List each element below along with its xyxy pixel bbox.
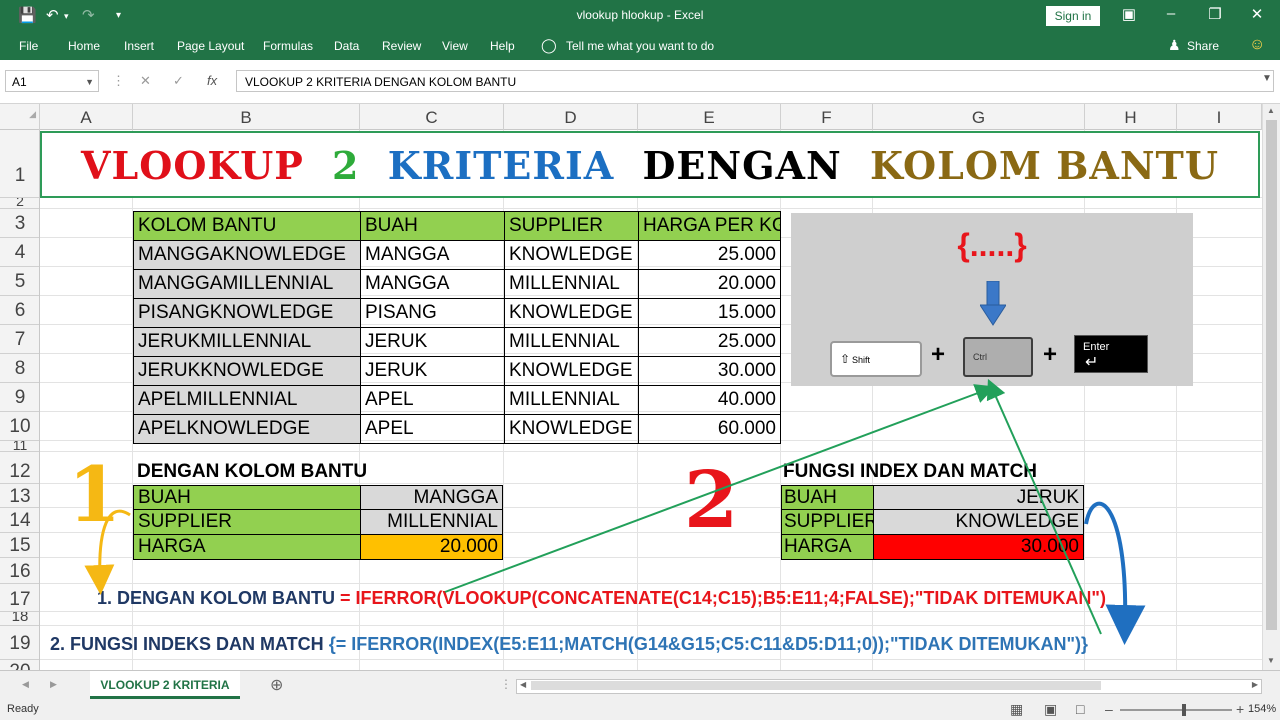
horizontal-scroll-thumb[interactable] <box>531 681 1101 690</box>
blue-curved-arrow <box>1084 501 1146 645</box>
page-layout-view-icon[interactable]: ▣ <box>1044 701 1057 718</box>
green-arrow-formula2 <box>986 378 1102 635</box>
page-break-view-icon[interactable]: □ <box>1076 701 1084 717</box>
more-icon: ⋮ <box>500 677 512 691</box>
horizontal-scrollbar[interactable]: ◀ ▶ <box>516 679 1262 694</box>
zoom-slider[interactable] <box>1120 704 1232 716</box>
sheet-tab-vlookup-2-kriteria[interactable]: VLOOKUP 2 KRITERIA <box>90 671 240 699</box>
zoom-slider-thumb[interactable] <box>1182 704 1186 716</box>
scroll-right-icon[interactable]: ▶ <box>1252 680 1258 689</box>
status-bar: Ready ▦ ▣ □ – + 154% <box>0 700 1280 720</box>
prev-sheet-icon[interactable]: ◀ <box>22 679 29 690</box>
scroll-down-icon[interactable]: ▼ <box>1267 656 1275 665</box>
status-ready: Ready <box>7 703 39 715</box>
scroll-left-icon[interactable]: ◀ <box>520 680 526 689</box>
zoom-in-icon[interactable]: + <box>1236 701 1244 717</box>
next-sheet-icon[interactable]: ▶ <box>50 679 57 690</box>
scroll-up-icon[interactable]: ▲ <box>1267 106 1275 115</box>
yellow-curved-arrow <box>84 509 131 595</box>
sheet-tab-bar: ◀ ▶ VLOOKUP 2 KRITERIA ⊕ ⋮ ◀ ▶ <box>0 670 1280 700</box>
normal-view-icon[interactable]: ▦ <box>1010 701 1023 718</box>
add-sheet-icon[interactable]: ⊕ <box>270 675 283 695</box>
vertical-scrollbar[interactable]: ▲ ▼ <box>1262 104 1280 670</box>
zoom-level[interactable]: 154% <box>1248 703 1276 715</box>
annotation-arrows <box>84 378 1146 645</box>
green-arrow-formula1 <box>444 384 996 593</box>
scrollbar-thumb[interactable] <box>1266 120 1277 630</box>
zoom-out-icon[interactable]: – <box>1105 701 1113 717</box>
